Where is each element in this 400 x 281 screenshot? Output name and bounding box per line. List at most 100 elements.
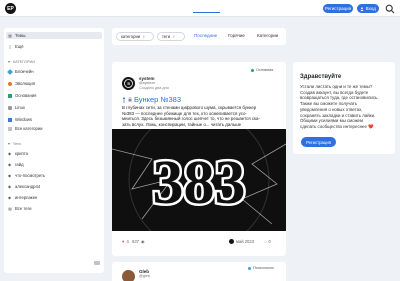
sidebar-item-label: интерлакен [15, 195, 38, 200]
avatar-logo-icon: Ǝ [124, 79, 133, 88]
widget-text-line: сделать сообщество интереснее ❤️ [300, 123, 374, 129]
blockchain-icon [7, 68, 13, 75]
tags-dropdown[interactable]: теги › [157, 32, 185, 41]
last-activity-date: май 2023 [236, 239, 255, 244]
tab-hot[interactable]: Горячие [228, 33, 245, 38]
post-title[interactable]: Бункер №383 [122, 95, 181, 104]
views-count: 637 [132, 239, 139, 244]
chevron-right-icon: › [173, 34, 175, 39]
excerpt-line: зать вслух. Ложь, конспирации, тайные о.… [122, 122, 242, 128]
register-label: Регистрация [324, 6, 352, 11]
foundations-icon [8, 93, 12, 98]
all-icon [8, 207, 12, 210]
tag-icon: ◆ [8, 183, 12, 189]
user-icon [360, 6, 364, 11]
cover-art: 383 383 [112, 109, 286, 251]
post-cover-image[interactable]: 383 383 [112, 109, 286, 251]
svg-text:Ǝ: Ǝ [127, 81, 130, 86]
likes-count: 4 [126, 239, 129, 244]
post-excerpt: В глубинах сети, за стенами цифрового шу… [122, 105, 280, 128]
sidebar-item-label: Linux [15, 105, 26, 110]
category-dot-icon [251, 68, 254, 72]
tab-latest[interactable]: Последние [194, 33, 217, 38]
widget-register-button[interactable]: Регистрация [301, 137, 336, 147]
sidebar-item-more[interactable]: Ещё [8, 43, 24, 50]
post-title-text: Бункер №383 [134, 95, 181, 104]
welcome-widget: Здравствуйте Устали листать одни и те же… [293, 62, 395, 154]
pin-icon [122, 96, 126, 103]
sidebar-item-label: Темы [15, 33, 26, 38]
collapse-sidebar-icon[interactable] [94, 261, 100, 265]
avatar[interactable]: Ǝ [122, 77, 135, 90]
category-dot-icon [248, 266, 251, 270]
lock-icon [128, 97, 132, 102]
widget-register-label: Регистрация [305, 139, 332, 145]
categories-heading[interactable]: ▾ КАТЕГОРИИ [8, 59, 35, 65]
like-button[interactable]: ♥ 4 [122, 239, 129, 244]
last-activity[interactable]: май 2023 [229, 239, 254, 244]
post-card[interactable]: Gleb @gleb Психология [112, 262, 286, 281]
sidebar-item-tag[interactable]: ◆ гайд [8, 161, 24, 168]
sidebar-item-tag[interactable]: ◆ что-посмотреть [8, 172, 45, 179]
chevron-down-icon: ▾ [8, 60, 10, 64]
sidebar-item-category[interactable]: Windows [8, 116, 32, 123]
sidebar-item-all-categories[interactable]: Все категории [8, 125, 43, 132]
sidebar-item-label: Эволюция [15, 81, 36, 86]
filter-bar: категории › теги › Последние Горячие Кат… [112, 28, 286, 45]
active-tab-indicator [193, 12, 220, 13]
categories-heading-label: КАТЕГОРИИ [12, 59, 35, 64]
windows-icon [8, 117, 12, 122]
widget-title: Здравствуйте [300, 74, 342, 80]
sidebar-item-label: гайд [15, 162, 24, 167]
more-icon [9, 44, 11, 49]
category-badge[interactable]: Психология [248, 266, 274, 270]
sidebar-item-tag[interactable]: ◆ крипта [8, 150, 28, 157]
sidebar-item-label: Все категории [15, 126, 43, 131]
post-handle: @gleb [139, 274, 151, 278]
views-counter: 637 ◉ [132, 239, 145, 244]
sidebar-item-topics[interactable]: Темы [6, 32, 102, 39]
avatar[interactable] [122, 270, 135, 281]
cover-title-fill: 383 [153, 149, 246, 217]
category-badge[interactable]: Основная [251, 68, 273, 72]
sidebar-item-label: александр44 [15, 184, 41, 189]
sidebar-item-category[interactable]: Linux [8, 104, 25, 111]
evolution-icon [8, 81, 12, 86]
sidebar-item-label: что-посмотреть [15, 173, 46, 178]
comment-icon: ◌ [264, 239, 267, 244]
sidebar-item-category[interactable]: Основания [8, 92, 36, 99]
post-date: Создано два дня [139, 86, 169, 90]
login-button[interactable]: Вход [357, 4, 379, 13]
site-logo[interactable]: EP [5, 3, 16, 14]
tags-heading[interactable]: ▾ Теги [8, 141, 21, 147]
tag-icon: ◆ [8, 172, 12, 178]
login-label: Вход [365, 6, 376, 11]
sidebar-item-tag[interactable]: ◆ интерлакен [8, 194, 37, 201]
post-handle: @system [139, 81, 155, 85]
tab-categories[interactable]: Категории [257, 33, 278, 38]
tag-icon: ◆ [8, 150, 12, 156]
heart-icon: ♥ [122, 239, 125, 244]
sidebar-item-category[interactable]: Блокчейн [7, 68, 34, 75]
sidebar-item-label: Ещё [15, 44, 24, 49]
sidebar-item-tag[interactable]: ◆ александр44 [8, 183, 40, 190]
search-icon[interactable] [385, 4, 395, 14]
sidebar-item-label: Блокчейн [15, 69, 34, 74]
all-icon [8, 126, 12, 131]
tags-heading-label: Теги [12, 141, 21, 146]
tag-icon: ◆ [8, 194, 12, 200]
categories-dropdown[interactable]: категории › [116, 32, 154, 41]
sidebar: Темы Ещё ▾ КАТЕГОРИИ Блокчейн Эволюция О… [4, 28, 104, 273]
sidebar-item-category[interactable]: Эволюция [8, 80, 35, 87]
last-poster-avatar [229, 239, 234, 244]
sidebar-item-all-tags[interactable]: Все теги [8, 205, 31, 212]
post-card[interactable]: Ǝ system @system Создано два дня Основна… [112, 62, 286, 256]
replies-count: 0 [268, 239, 271, 244]
widget-text: Устали листать одни и те же темы? Создав… [300, 84, 392, 130]
sidebar-item-label: крипта [15, 151, 28, 156]
register-button[interactable]: Регистрация [323, 4, 353, 13]
category-badge-label: Основная [256, 68, 274, 72]
sidebar-item-label: Основания [15, 93, 37, 98]
replies-counter[interactable]: ◌ 0 [264, 239, 271, 244]
sidebar-item-label: Windows [15, 117, 32, 122]
